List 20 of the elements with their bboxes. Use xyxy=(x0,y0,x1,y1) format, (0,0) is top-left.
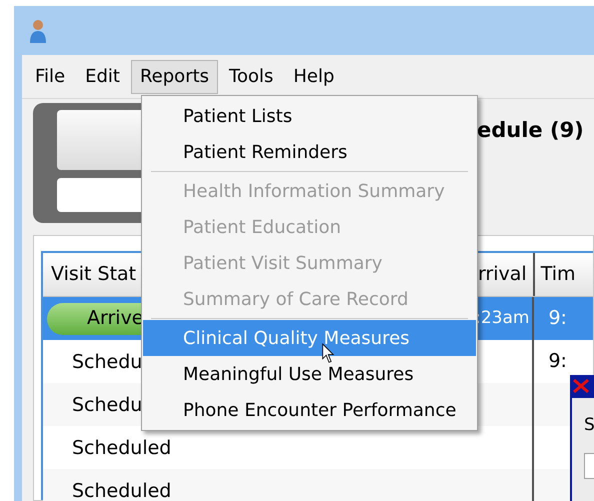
appointment-time: 9: xyxy=(548,349,567,374)
menu-item[interactable]: Phone Encounter Performance xyxy=(143,392,476,428)
close-icon[interactable] xyxy=(572,378,590,394)
menu-item[interactable]: Meaningful Use Measures xyxy=(143,356,476,392)
menu-item[interactable]: Tools xyxy=(220,60,282,94)
menu-item[interactable]: Edit xyxy=(76,60,129,94)
menu-item[interactable]: Reports xyxy=(130,60,218,94)
menu-item[interactable]: Patient Lists xyxy=(143,98,476,134)
menu-item[interactable]: Patient Reminders xyxy=(143,134,476,170)
menu-item[interactable]: File xyxy=(26,60,74,94)
status-text: Scheduled xyxy=(71,480,172,501)
status-text: Scheduled xyxy=(71,436,172,458)
status-text: Schedu xyxy=(71,394,142,416)
column-header[interactable]: Tim xyxy=(534,253,593,296)
appointment-time: 9: xyxy=(548,306,567,332)
status-text: Schedu xyxy=(71,350,142,372)
menu-item[interactable]: Help xyxy=(284,60,344,94)
mouse-pointer-icon xyxy=(322,343,336,364)
schedule-heading: edule (9) xyxy=(477,117,584,144)
arrival-time: :23am xyxy=(475,306,530,330)
